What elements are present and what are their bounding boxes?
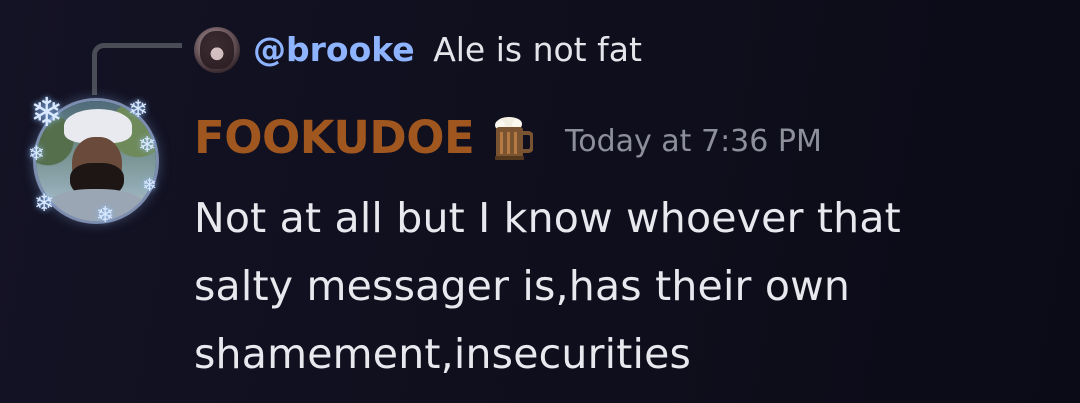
reply-mention[interactable]: @brooke xyxy=(253,30,415,69)
snowflake-icon: ❄ xyxy=(96,203,115,228)
snowflake-icon: ❄ xyxy=(28,141,45,165)
snowflake-icon: ❄ xyxy=(30,90,64,136)
author-name[interactable]: FOOKUDOE xyxy=(194,108,475,168)
message-line: Not at all but I know whoever that xyxy=(194,194,901,242)
snowflake-icon: ❄ xyxy=(128,95,149,123)
reply-text: Ale is not fat xyxy=(433,30,642,69)
author-avatar-with-snowflake-decoration[interactable]: ❄ ❄ ❄ ❄ ❄ ❄ ❄ xyxy=(28,90,162,228)
beer-mug-icon xyxy=(495,117,533,160)
snowflake-icon: ❄ xyxy=(34,189,55,217)
snowflake-icon: ❄ xyxy=(142,175,158,196)
message-content: Not at all but I know whoever that salty… xyxy=(194,184,1064,388)
reply-avatar-image xyxy=(200,31,234,69)
snowflake-icon: ❄ xyxy=(138,133,157,158)
message-timestamp: Today at 7:36 PM xyxy=(565,124,822,159)
message-line: salty messager is,has their own xyxy=(194,262,851,310)
message-line: shamement,insecurities xyxy=(194,330,692,378)
reply-avatar[interactable] xyxy=(194,27,240,73)
reply-preview[interactable]: @brooke Ale is not fat xyxy=(253,26,642,74)
reply-connector-line xyxy=(92,43,182,95)
